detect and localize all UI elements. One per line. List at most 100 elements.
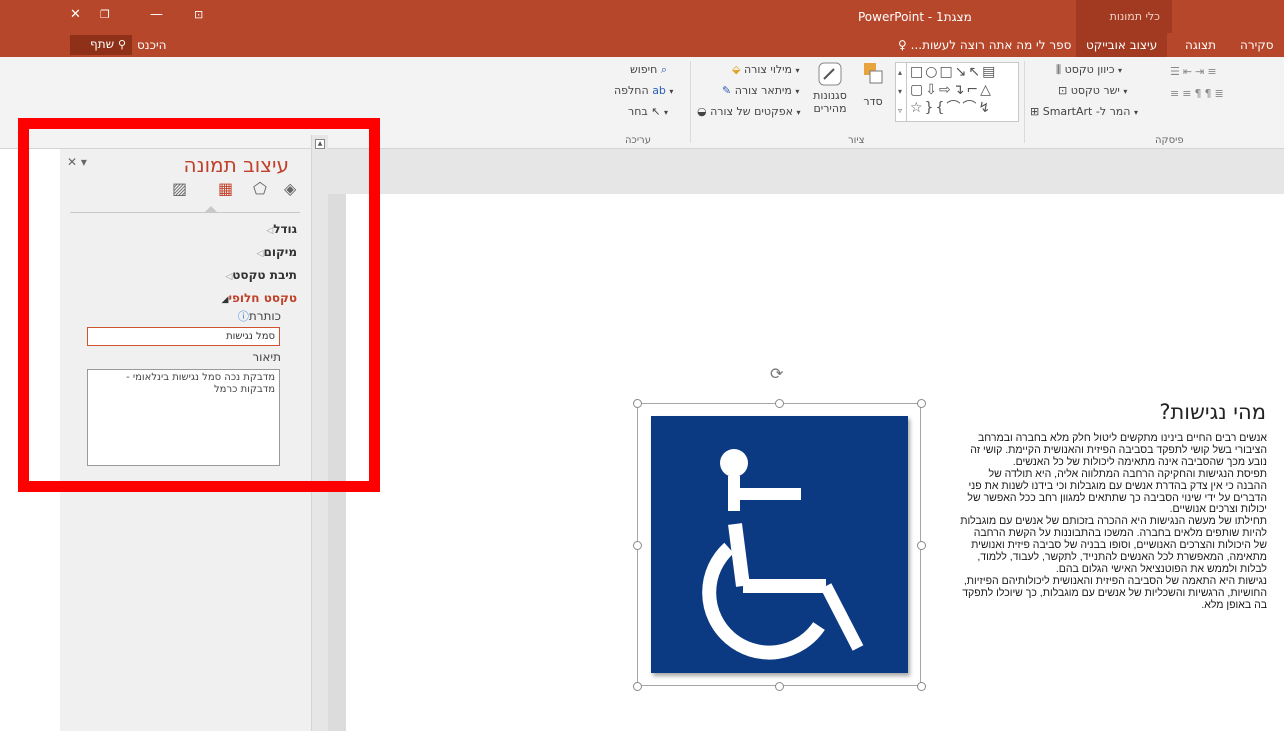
share-button[interactable]: ⚲ שתף [70, 35, 132, 55]
resize-handle[interactable] [633, 682, 642, 691]
ltr-icon: ¶ [1194, 87, 1205, 100]
resize-handle[interactable] [775, 399, 784, 408]
replace-button[interactable]: ▾ ab החלפה [614, 84, 673, 97]
shape-fill-button[interactable]: ▾ מילוי צורה ⬙ [732, 63, 800, 76]
list-buttons[interactable]: ≡⇥⇤☰ [1170, 65, 1220, 78]
fill-line-icon[interactable]: ◈ [284, 179, 296, 198]
tell-me-search[interactable]: ספר לי מה אתה רוצה לעשות... ♀ [898, 38, 1071, 52]
rtl-icon: ¶ [1204, 87, 1215, 100]
signin-link[interactable]: היכנס [137, 38, 166, 52]
smartart-icon: ⊞ [1030, 105, 1040, 118]
shapes-gallery[interactable]: ▴ ▾ ▿ □○□↘↖▤ ▢⇩⇨↴⌐△ ☆}{⌒⌒↯ [895, 62, 1019, 122]
align-left-icon: ≣ [1214, 87, 1227, 100]
section-position-label: מיקום [263, 245, 297, 259]
quick-styles-button[interactable]: סגנונות מהירים [808, 61, 852, 131]
line-spacing-icon: ☰ [1170, 65, 1183, 78]
drawing-group-label: ציור [848, 135, 865, 146]
ribbon: ⌕ חיפוש ▾ ab החלפה ▾ ↖ בחר עריכה ▾ מילוי… [0, 57, 1284, 149]
picture-tools-context: כלי תמונות [1076, 0, 1172, 33]
effects-icon: ◒ [697, 105, 707, 118]
chevron-down-icon: ▾ [663, 108, 668, 117]
slide-heading[interactable]: מהי נגישות? [1159, 400, 1266, 424]
section-alt-text[interactable]: טקסט חלופי◢ [216, 291, 297, 305]
paint-bucket-icon: ⬙ [732, 63, 741, 76]
body-paragraph: נגישות היא התאמה של הסביבה הפיזית והאנוש… [962, 574, 1267, 611]
tell-me-text: ספר לי מה אתה רוצה לעשות... [910, 38, 1072, 52]
size-properties-icon[interactable]: ▦ [218, 179, 233, 198]
select-button[interactable]: ▾ ↖ בחר [628, 105, 668, 118]
tab-format-object[interactable]: עיצוב אובייקט [1076, 33, 1168, 57]
pane-title: עיצוב תמונה [183, 153, 289, 177]
accessibility-picture[interactable] [651, 416, 908, 673]
alt-description-input[interactable]: מדבקת נכה סמל נגישות בינלאומי - מדבקות כ… [87, 369, 280, 466]
chevron-down-icon: ▾ [796, 108, 801, 117]
rotate-handle-icon[interactable]: ⟳ [770, 364, 783, 383]
arrange-button[interactable]: סדר [856, 61, 890, 131]
resize-handle[interactable] [917, 682, 926, 691]
alt-title-label: כותרתⓘ [237, 309, 281, 323]
lightbulb-icon: ♀ [898, 38, 907, 52]
resize-handle[interactable] [633, 399, 642, 408]
tab-review[interactable]: סקירה [1240, 38, 1274, 52]
text-direction-button[interactable]: ▾ כיוון טקסט ⫼ [1056, 63, 1122, 77]
pane-scrollbar[interactable]: ▲ [311, 135, 328, 731]
section-position[interactable]: מיקום◁ [251, 245, 297, 259]
outdent-icon: ⇤ [1182, 65, 1196, 78]
restore-icon[interactable]: ❐ [100, 8, 110, 21]
section-textbox-label: תיבת טקסט [232, 268, 297, 282]
slide-margin [328, 194, 346, 731]
editing-group-label: עריכה [625, 135, 651, 146]
arrange-icon [864, 63, 883, 84]
pane-divider [70, 212, 300, 213]
chevron-down-icon: ▾ [1133, 108, 1138, 117]
wheelchair-accessibility-icon [702, 449, 864, 660]
section-size[interactable]: גודל◁ [260, 222, 297, 236]
resize-handle[interactable] [775, 682, 784, 691]
convert-smartart-button[interactable]: ▾ המר ל- SmartArt ⊞ [1030, 105, 1138, 118]
title-bar: ✕ ❐ — ⊡ מצגת1 - PowerPoint כלי תמונות [0, 0, 1284, 33]
alt-description-label: תיאור [252, 350, 281, 364]
alt-title-input[interactable] [87, 327, 280, 346]
chevron-down-icon: ▾ [795, 87, 800, 96]
body-paragraph: תפיסת הנגישות והחקיקה הרחבה המתלווה אליה… [967, 467, 1267, 516]
align-right-icon: ≡ [1170, 87, 1183, 100]
search-icon: ⌕ [660, 63, 667, 76]
scroll-up-icon[interactable]: ▲ [315, 139, 325, 149]
pane-close-icon[interactable]: ✕ ▾ [67, 155, 87, 169]
picture-icon[interactable]: ▨ [172, 179, 187, 198]
body-paragraph: אנשים רבים החיים בינינו מתקשים ליטול חלק… [970, 432, 1267, 468]
tab-view[interactable]: תצוגה [1185, 38, 1216, 52]
share-label: שתף [90, 37, 115, 51]
ribbon-tabs: ⚲ שתף היכנס ספר לי מה אתה רוצה לעשות... … [0, 33, 1284, 57]
minimize-icon[interactable]: — [150, 7, 163, 22]
info-icon[interactable]: ⓘ [238, 310, 249, 323]
window-title: מצגת1 - PowerPoint [858, 10, 972, 24]
pencil-icon: ✎ [722, 84, 732, 97]
find-button[interactable]: ⌕ חיפוש [630, 63, 667, 77]
align-text-button[interactable]: ▾ ישר טקסט ⊡ [1058, 84, 1127, 97]
close-icon[interactable]: ✕ [70, 7, 81, 22]
person-icon: ⚲ [117, 38, 126, 51]
ribbon-display-options-icon[interactable]: ⊡ [194, 8, 203, 21]
body-paragraph: תחילתו של מעשה הנגישות היא ההכרה בזכותם … [960, 515, 1267, 575]
chevron-down-icon: ▾ [1118, 66, 1123, 75]
chevron-down-icon: ▾ [1123, 87, 1128, 96]
bullets-icon: ≡ [1207, 65, 1220, 78]
align-buttons[interactable]: ≣¶¶≡≡ [1170, 87, 1227, 100]
quick-styles-icon [818, 62, 842, 86]
chevron-down-icon: ▾ [795, 66, 800, 75]
chevron-down-icon: ▾ [669, 87, 674, 96]
resize-handle[interactable] [917, 541, 926, 550]
resize-handle[interactable] [633, 541, 642, 550]
slide-body-text[interactable]: אנשים רבים החיים בינינו מתקשים ליטול חלק… [960, 432, 1267, 612]
effects-icon[interactable]: ⬠ [253, 179, 267, 198]
cursor-icon: ↖ [651, 105, 661, 118]
section-textbox[interactable]: תיבת טקסט◁ [219, 268, 297, 282]
shape-effects-button[interactable]: ▾ אפקטים של צורה ◒ [697, 105, 801, 118]
indent-icon: ⇥ [1195, 65, 1208, 78]
resize-handle[interactable] [917, 399, 926, 408]
shape-outline-button[interactable]: ▾ מיתאר צורה ✎ [722, 84, 799, 97]
ribbon-divider [690, 61, 691, 143]
gallery-scroll[interactable]: ▴ ▾ ▿ [896, 63, 907, 121]
align-text-icon: ⊡ [1058, 84, 1068, 97]
